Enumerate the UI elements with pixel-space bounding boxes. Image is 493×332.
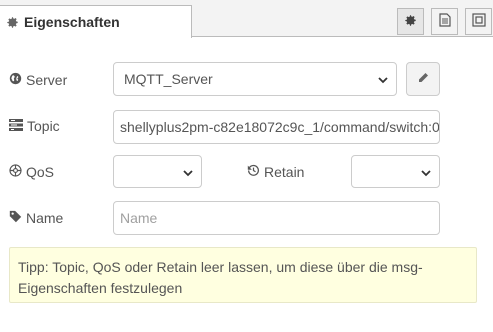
empire-icon bbox=[9, 164, 26, 180]
tab-properties-label: Eigenschaften bbox=[24, 14, 120, 30]
retain-label: Retain bbox=[247, 164, 304, 180]
topic-input[interactable]: shellyplus2pm-c82e18072c9c_1/command/swi… bbox=[113, 110, 440, 144]
topic-label: Topic bbox=[9, 118, 60, 134]
frame-icon bbox=[471, 13, 486, 30]
chevron-down-icon bbox=[421, 164, 431, 180]
appearance-button[interactable] bbox=[465, 8, 492, 35]
qos-label: QoS bbox=[9, 164, 54, 180]
server-label: Server bbox=[9, 72, 67, 88]
history-icon bbox=[247, 164, 264, 180]
chevron-down-icon bbox=[183, 164, 193, 180]
globe-icon bbox=[9, 72, 26, 88]
name-label: Name bbox=[9, 210, 63, 226]
retain-select[interactable] bbox=[351, 155, 440, 188]
gear-icon bbox=[404, 14, 417, 30]
tip-box: Tipp: Topic, QoS oder Retain leer lassen… bbox=[9, 247, 477, 303]
name-input[interactable]: Name bbox=[113, 201, 440, 235]
tip-text: Tipp: Topic, QoS oder Retain leer lassen… bbox=[18, 259, 423, 296]
tasks-icon bbox=[9, 118, 27, 134]
chevron-down-icon bbox=[378, 71, 388, 87]
pencil-icon bbox=[417, 71, 429, 87]
server-select[interactable]: MQTT_Server bbox=[113, 62, 397, 96]
topic-input-value: shellyplus2pm-c82e18072c9c_1/command/swi… bbox=[120, 119, 440, 135]
qos-select[interactable] bbox=[113, 155, 202, 188]
tab-properties[interactable]: Eigenschaften bbox=[0, 5, 192, 38]
tag-icon bbox=[9, 210, 26, 226]
description-button[interactable] bbox=[431, 8, 458, 35]
tab-bar: Eigenschaften bbox=[0, 0, 493, 38]
document-icon bbox=[438, 13, 451, 30]
properties-button[interactable] bbox=[397, 8, 424, 35]
name-input-placeholder: Name bbox=[120, 210, 158, 226]
gear-icon bbox=[6, 16, 19, 29]
server-select-value: MQTT_Server bbox=[124, 71, 213, 87]
edit-server-button[interactable] bbox=[406, 62, 440, 96]
